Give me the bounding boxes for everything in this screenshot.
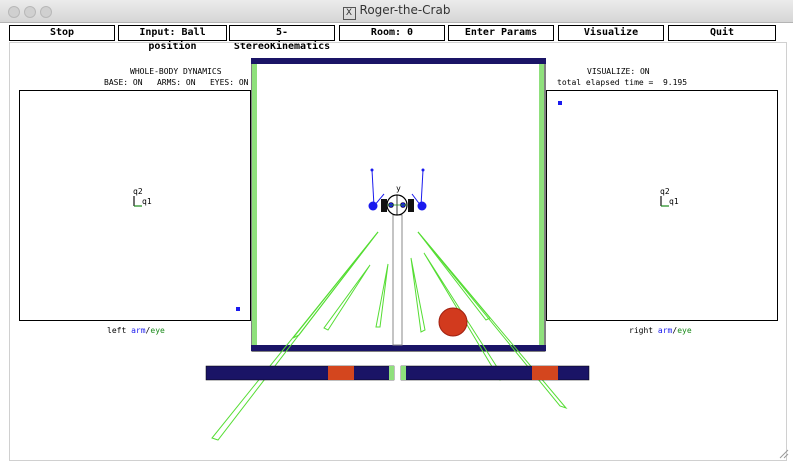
right-joint-frame-icon xyxy=(660,196,669,207)
left-wall-strip xyxy=(252,64,257,345)
left-hand xyxy=(368,201,378,211)
bottom-wall xyxy=(251,345,546,351)
right-panel-marker xyxy=(558,101,562,105)
right-image-wall-strip xyxy=(401,366,406,380)
robot-body-column xyxy=(392,214,403,346)
right-wall-strip xyxy=(539,64,544,345)
left-gripper xyxy=(370,168,374,172)
right-image-ball-blob xyxy=(532,366,558,380)
right-gripper xyxy=(421,168,425,172)
left-image-ball-blob xyxy=(328,366,354,380)
left-eye-image-bar xyxy=(205,365,395,381)
right-eye-image-bar xyxy=(400,365,590,381)
ball[interactable] xyxy=(438,307,468,337)
left-image-wall-strip xyxy=(389,366,394,380)
robot-y-label: y xyxy=(396,184,401,193)
left-eye-block xyxy=(381,199,387,212)
left-panel-marker xyxy=(236,307,240,311)
resize-grip-icon[interactable] xyxy=(779,449,789,459)
left-joint-frame-icon xyxy=(133,196,142,207)
top-wall xyxy=(251,58,546,64)
right-hand xyxy=(417,201,427,211)
world-canvas[interactable]: y xyxy=(0,0,793,468)
right-eye-block xyxy=(408,199,414,212)
